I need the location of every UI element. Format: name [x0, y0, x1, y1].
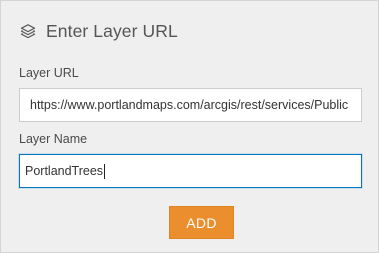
- layer-name-value: PortlandTrees: [25, 164, 104, 178]
- layer-url-label: Layer URL: [19, 66, 79, 80]
- layer-name-label: Layer Name: [19, 132, 88, 146]
- layers-icon: [19, 22, 37, 40]
- add-layer-panel: Enter Layer URL Layer URL https://www.po…: [0, 0, 379, 253]
- layer-url-value: https://www.portlandmaps.com/arcgis/rest…: [30, 98, 349, 112]
- add-button[interactable]: ADD: [169, 206, 234, 239]
- layer-url-input[interactable]: https://www.portlandmaps.com/arcgis/rest…: [19, 88, 362, 122]
- text-cursor: [104, 163, 106, 179]
- panel-title: Enter Layer URL: [46, 20, 178, 41]
- layer-name-input[interactable]: PortlandTrees: [19, 154, 362, 188]
- panel-header: Enter Layer URL: [19, 18, 178, 44]
